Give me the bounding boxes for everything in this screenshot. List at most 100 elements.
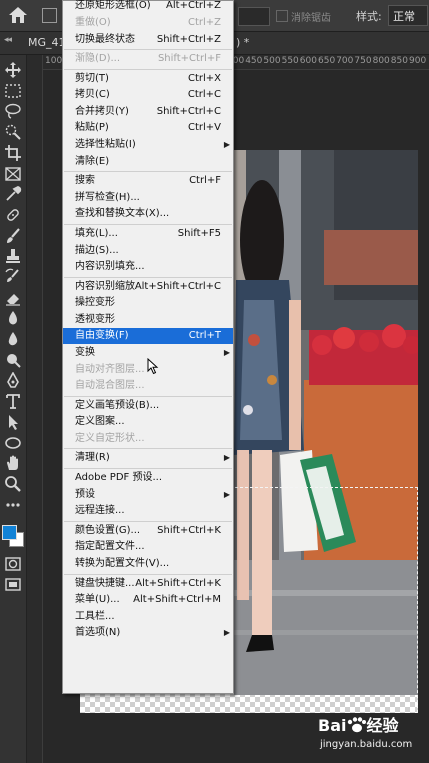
brush-tool-icon[interactable] [4, 227, 22, 245]
menu-item-shortcut: Shift+Ctrl+K [157, 524, 221, 536]
submenu-arrow-icon: ▶ [223, 628, 230, 638]
frame-tool-icon[interactable] [4, 165, 22, 183]
zoom-tool-icon[interactable] [4, 475, 22, 493]
menu-item-label: 工具栏... [75, 610, 115, 622]
menu-item[interactable]: Adobe PDF 预设... [63, 470, 233, 486]
menu-item[interactable]: 内容识别填充... [63, 259, 233, 275]
mouse-cursor-icon [147, 357, 159, 375]
vertical-ruler [27, 55, 43, 763]
menu-item-label: 定义自定形状... [75, 432, 145, 444]
menu-item[interactable]: 颜色设置(G)... Shift+Ctrl+K [63, 523, 233, 539]
menu-item[interactable]: 清理(R) ▶ [63, 450, 233, 466]
menu-item-label: 自动对齐图层... [75, 363, 145, 375]
menu-item-shortcut: Ctrl+X [187, 72, 221, 84]
ellipse-tool-icon[interactable] [4, 434, 22, 452]
menu-item[interactable]: 转换为配置文件(V)... [63, 556, 233, 572]
menu-item[interactable]: 拼写检查(H)... [63, 190, 233, 206]
antialias-checkbox[interactable] [276, 10, 288, 22]
menu-item[interactable]: 定义图案... [63, 414, 233, 430]
menu-item-shortcut: Alt+Ctrl+Z [166, 0, 221, 12]
menu-item-label: 自由变换(F) [75, 330, 129, 342]
menu-item[interactable]: 预设 ▶ [63, 487, 233, 503]
menu-item[interactable]: 选择性粘贴(I) ▶ [63, 137, 233, 153]
menu-item[interactable]: 内容识别缩放 Alt+Shift+Ctrl+C [63, 279, 233, 295]
menu-item[interactable]: 搜索 Ctrl+F [63, 173, 233, 189]
pen-tool-icon[interactable] [4, 371, 22, 390]
menu-item[interactable]: 还原矩形选框(O) Alt+Ctrl+Z [63, 0, 233, 14]
clone-stamp-tool-icon[interactable] [4, 247, 22, 265]
menu-item-label: 定义图案... [75, 416, 125, 428]
menu-item-shortcut: Ctrl+F [189, 175, 221, 187]
menu-item[interactable]: 拷贝(C) Ctrl+C [63, 87, 233, 103]
menu-item[interactable]: 描边(S)... [63, 243, 233, 259]
submenu-arrow-icon: ▶ [223, 453, 230, 463]
new-selection-icon[interactable] [42, 8, 57, 23]
menu-separator [64, 223, 232, 225]
home-icon[interactable] [8, 6, 28, 24]
menu-item-shortcut: Ctrl+Z [187, 16, 221, 28]
menu-item[interactable]: 操控变形 [63, 295, 233, 311]
healing-brush-tool-icon[interactable] [4, 206, 22, 224]
menu-item-label: 搜索 [75, 175, 95, 187]
lasso-tool-icon[interactable] [4, 102, 22, 120]
menu-item[interactable]: 菜单(U)... Alt+Shift+Ctrl+M [63, 592, 233, 608]
menu-item[interactable]: 定义画笔预设(B)... [63, 398, 233, 414]
eraser-tool-icon[interactable] [4, 289, 22, 307]
menu-item[interactable]: 剪切(T) Ctrl+X [63, 71, 233, 87]
menu-item-label: 还原矩形选框(O) [75, 0, 151, 12]
gradient-tool-icon[interactable] [4, 309, 22, 327]
menu-separator [64, 68, 232, 70]
eyedropper-tool-icon[interactable] [4, 185, 22, 203]
more-tools-icon[interactable] [4, 496, 22, 514]
screen-mode-icon[interactable] [4, 575, 22, 593]
menu-item[interactable]: 查找和替换文本(X)... [63, 206, 233, 222]
menu-item[interactable]: 指定配置文件... [63, 539, 233, 555]
menu-item-label: 首选项(N) [75, 627, 121, 639]
menu-item-shortcut: Ctrl+T [188, 330, 221, 342]
hand-tool-icon[interactable] [4, 454, 22, 472]
blur-tool-icon[interactable] [4, 330, 22, 348]
menu-item[interactable]: 粘贴(P) Ctrl+V [63, 120, 233, 136]
submenu-arrow-icon: ▶ [223, 348, 230, 357]
menu-item[interactable]: 切换最终状态 Shift+Ctrl+Z [63, 32, 233, 48]
menu-item-label: 操控变形 [75, 297, 115, 309]
menu-item-label: 内容识别缩放 [75, 280, 135, 292]
move-tool-icon[interactable] [4, 61, 22, 79]
history-brush-tool-icon[interactable] [4, 268, 22, 286]
menu-item[interactable]: 远程连接... [63, 503, 233, 519]
menu-item-label: 剪切(T) [75, 72, 109, 84]
quick-select-tool-icon[interactable] [4, 123, 22, 141]
menu-item-label: 定义画笔预设(B)... [75, 399, 160, 411]
dodge-tool-icon[interactable] [4, 351, 22, 369]
menu-item-label: 粘贴(P) [75, 122, 109, 134]
feather-field[interactable] [238, 7, 270, 26]
menu-separator [64, 171, 232, 173]
marquee-tool-icon[interactable] [4, 82, 22, 100]
menu-item[interactable]: 首选项(N) ▶ [63, 625, 233, 641]
foreground-color-swatch[interactable] [2, 525, 17, 540]
quick-mask-icon[interactable] [4, 555, 22, 573]
ruler-tick-label: 600 [299, 56, 317, 66]
menu-item[interactable]: 清除(E) [63, 154, 233, 170]
menu-item[interactable]: 工具栏... [63, 609, 233, 625]
menu-item[interactable]: 合并拷贝(Y) Shift+Ctrl+C [63, 104, 233, 120]
ruler-tick-label: 550 [281, 56, 299, 66]
collapse-icon[interactable]: ◂◂ [4, 35, 12, 45]
menu-item[interactable]: 透视变形 [63, 312, 233, 328]
menu-item-label: 键盘快捷键... [75, 577, 135, 589]
baidu-logo: Bai 经验 [318, 716, 399, 735]
menu-item[interactable]: 填充(L)... Shift+F5 [63, 226, 233, 242]
path-select-tool-icon[interactable] [4, 413, 22, 431]
menu-item[interactable]: 键盘快捷键... Alt+Shift+Ctrl+K [63, 576, 233, 592]
style-select[interactable]: 正常 [388, 5, 428, 26]
type-tool-icon[interactable] [4, 392, 22, 410]
menu-item-shortcut: Alt+Shift+Ctrl+C [134, 280, 221, 292]
antialias-label: 消除锯齿 [291, 13, 331, 24]
menu-item[interactable]: 自由变换(F) Ctrl+T [63, 328, 233, 345]
menu-item-label: 指定配置文件... [75, 541, 145, 553]
crop-tool-icon[interactable] [4, 144, 22, 162]
baidu-url: jingyan.baidu.com [320, 739, 413, 750]
menu-item-label: 清理(R) [75, 452, 110, 464]
menu-separator [64, 468, 232, 470]
menu-item-label: 远程连接... [75, 505, 125, 517]
